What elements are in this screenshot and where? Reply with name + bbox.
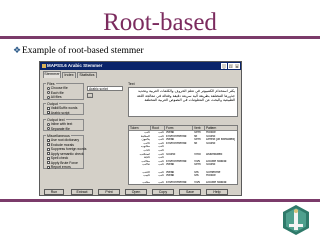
radio-icon bbox=[47, 95, 50, 99]
open-button[interactable]: Open bbox=[125, 189, 147, 195]
files-group: Files Choose file Each file All files bbox=[43, 81, 84, 100]
bullet-text: Example of root-based stemmer bbox=[22, 46, 144, 56]
university-logo bbox=[283, 205, 309, 235]
text-label: Text bbox=[128, 82, 135, 86]
checkbox-icon bbox=[47, 143, 50, 146]
table-cell: Vlvs bbox=[194, 181, 201, 185]
copy-button[interactable]: Copy bbox=[152, 189, 174, 195]
output-text-group-title: Output text bbox=[46, 117, 66, 122]
table-cell: مكتب bbox=[142, 181, 150, 185]
checkbox-icon bbox=[47, 156, 50, 160]
close-button[interactable]: x bbox=[234, 63, 240, 69]
table-cell: Environmental bbox=[166, 181, 187, 185]
run-button[interactable]: Run bbox=[44, 189, 64, 195]
files-group-title: Files bbox=[46, 81, 56, 86]
radio-icon bbox=[47, 122, 50, 126]
save-button[interactable]: Save bbox=[179, 189, 201, 195]
checkbox-icon: ✓ bbox=[47, 138, 51, 143]
misc-option[interactable]: Apply semantic check bbox=[47, 152, 84, 156]
files-option-each[interactable]: Each file bbox=[47, 91, 64, 95]
title-divider bbox=[0, 36, 320, 39]
window-title-bar: MAPSS.6 Arabic Stemmer _ □ x bbox=[40, 62, 241, 70]
encoding-select[interactable]: Arabic script bbox=[87, 86, 123, 91]
tab-statistics[interactable]: Statistics bbox=[77, 72, 97, 78]
results-table: Token Root Form Verb Pattern كتب كتب Weak Sem Ho… bbox=[128, 125, 238, 185]
bullet-item: ❖Example of root-based stemmer bbox=[13, 44, 144, 57]
footer-divider bbox=[0, 199, 320, 202]
checkbox-icon bbox=[47, 106, 50, 110]
tab-stemmer[interactable]: Stemmer bbox=[43, 71, 61, 78]
tab-index[interactable]: Index bbox=[62, 72, 76, 78]
help-button[interactable]: Help bbox=[206, 189, 228, 195]
table-cell: Double radical bbox=[206, 181, 227, 185]
output-option-arabic[interactable]: ✓Arabic script bbox=[47, 111, 69, 115]
diamond-bullet-icon: ❖ bbox=[13, 45, 22, 55]
encoding-value: Arabic script bbox=[89, 87, 108, 91]
extract-button[interactable]: Extract bbox=[71, 189, 93, 195]
files-option-choose[interactable]: Choose file bbox=[47, 86, 68, 90]
checkbox-icon: ✓ bbox=[47, 165, 51, 170]
output-group: Output Valid/Suffix words ✓Arabic script bbox=[43, 101, 84, 115]
misc-option[interactable]: Apply Brute Force bbox=[47, 161, 78, 165]
radio-icon bbox=[47, 127, 50, 130]
table-cell: كتب bbox=[158, 181, 164, 185]
radio-icon bbox=[47, 86, 50, 90]
minimize-button[interactable]: _ bbox=[221, 63, 227, 69]
arabic-text-area[interactable]: يكثر استخدام الكمبيوتر في تعلم الحروف وا… bbox=[128, 87, 238, 117]
checkbox-icon: ✓ bbox=[47, 111, 51, 116]
misc-option[interactable]: ✓Use root dictionary bbox=[47, 138, 79, 142]
output-text-inline[interactable]: Inline with text bbox=[47, 122, 72, 126]
stemmer-window: MAPSS.6 Arabic Stemmer _ □ x Stemmer Ind… bbox=[39, 61, 242, 196]
browse-button[interactable]: … bbox=[87, 93, 93, 98]
output-text-group: Output text Inline with text Separate fi… bbox=[43, 117, 84, 131]
misc-group: Miscellaneous ✓Use root dictionary Exclu… bbox=[43, 133, 86, 169]
checkbox-icon bbox=[47, 147, 50, 151]
print-button[interactable]: Print bbox=[98, 189, 120, 195]
app-icon bbox=[41, 63, 46, 68]
misc-option[interactable]: Spell check bbox=[47, 156, 68, 160]
slide-title: Root-based bbox=[103, 9, 217, 36]
output-text-separate[interactable]: Separate file bbox=[47, 127, 70, 131]
misc-option[interactable]: Exclude morals bbox=[47, 143, 74, 147]
misc-option[interactable]: ✓Report errors bbox=[47, 165, 71, 169]
misc-option[interactable]: Suppress foreign words bbox=[47, 147, 86, 151]
checkbox-icon bbox=[47, 161, 50, 164]
files-option-all[interactable]: All files bbox=[47, 95, 62, 99]
radio-icon bbox=[47, 91, 50, 94]
checkbox-icon bbox=[47, 152, 50, 155]
output-group-title: Output bbox=[46, 101, 59, 106]
maximize-button[interactable]: □ bbox=[227, 63, 234, 69]
output-option-valid[interactable]: Valid/Suffix words bbox=[47, 106, 77, 110]
window-title: MAPSS.6 Arabic Stemmer bbox=[47, 63, 103, 68]
misc-group-title: Miscellaneous bbox=[46, 133, 71, 138]
